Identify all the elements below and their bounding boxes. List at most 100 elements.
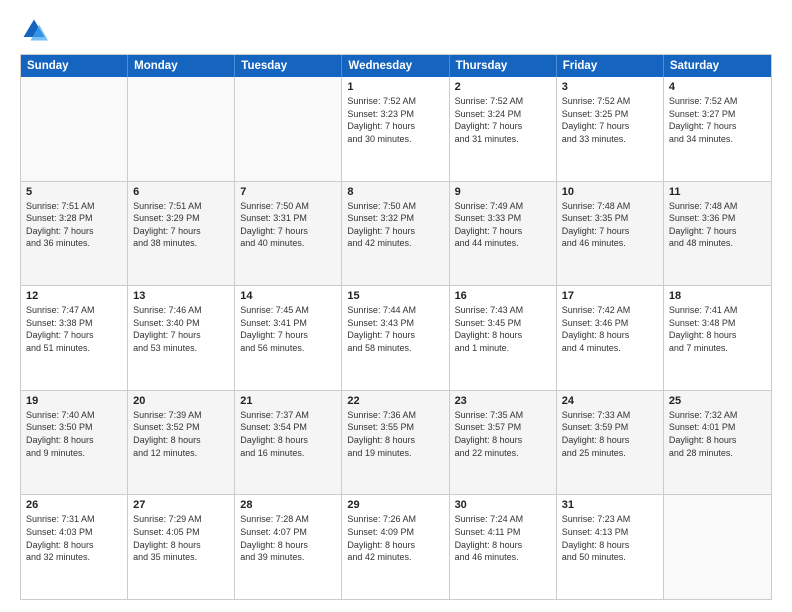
- day-info: Sunrise: 7:50 AM Sunset: 3:32 PM Dayligh…: [347, 200, 443, 250]
- day-cell-26: 26 Sunrise: 7:31 AM Sunset: 4:03 PM Dayli…: [21, 495, 128, 599]
- day-info: Sunrise: 7:48 AM Sunset: 3:36 PM Dayligh…: [669, 200, 766, 250]
- day-info: Sunrise: 7:51 AM Sunset: 3:29 PM Dayligh…: [133, 200, 229, 250]
- day-cell-18: 18Sunrise: 7:41 AM Sunset: 3:48 PM Dayli…: [664, 286, 771, 390]
- day-cell-3: 3Sunrise: 7:52 AM Sunset: 3:25 PM Daylig…: [557, 77, 664, 181]
- logo-icon: [20, 16, 48, 44]
- day-info: Sunrise: 7:28 AM Sunset: 4:07 PM Dayligh…: [240, 513, 336, 563]
- day-number: 3: [562, 81, 658, 93]
- day-cell-15: 15 Sunrise: 7:44 AM Sunset: 3:43 PM Dayli…: [342, 286, 449, 390]
- day-cell-28: 28 Sunrise: 7:28 AM Sunset: 4:07 PM Dayli…: [235, 495, 342, 599]
- day-info: Sunrise: 7:50 AM Sunset: 3:31 PM Dayligh…: [240, 200, 336, 250]
- day-number: 30: [455, 499, 551, 511]
- day-number: 17: [562, 290, 658, 302]
- day-info: Sunrise: 7:40 AM Sunset: 3:50 PM Dayligh…: [26, 409, 122, 459]
- empty-cell-0-0: [21, 77, 128, 181]
- day-info: Sunrise: 7:45 AM Sunset: 3:41 PM Dayligh…: [240, 304, 336, 354]
- day-number: 1: [347, 81, 443, 93]
- day-cell-2: 2 Sunrise: 7:52 AM Sunset: 3:24 PM Daylig…: [450, 77, 557, 181]
- day-cell-30: 30 Sunrise: 7:24 AM Sunset: 4:11 PM Dayli…: [450, 495, 557, 599]
- day-cell-31: 31 Sunrise: 7:23 AM Sunset: 4:13 PM Dayli…: [557, 495, 664, 599]
- day-number: 6: [133, 186, 229, 198]
- calendar-row-2: 12Sunrise: 7:47 AM Sunset: 3:38 PM Dayli…: [21, 285, 771, 390]
- day-number: 25: [669, 395, 766, 407]
- day-info: Sunrise: 7:52 AM Sunset: 3:23 PM Dayligh…: [347, 95, 443, 145]
- day-info: Sunrise: 7:41 AM Sunset: 3:48 PM Dayligh…: [669, 304, 766, 354]
- day-number: 28: [240, 499, 336, 511]
- header-day-sunday: Sunday: [21, 55, 128, 77]
- header-day-wednesday: Wednesday: [342, 55, 449, 77]
- day-cell-11: 11 Sunrise: 7:48 AM Sunset: 3:36 PM Dayli…: [664, 182, 771, 286]
- header-day-saturday: Saturday: [664, 55, 771, 77]
- day-number: 21: [240, 395, 336, 407]
- day-number: 2: [455, 81, 551, 93]
- header: [20, 16, 772, 44]
- day-cell-12: 12Sunrise: 7:47 AM Sunset: 3:38 PM Dayli…: [21, 286, 128, 390]
- day-info: Sunrise: 7:37 AM Sunset: 3:54 PM Dayligh…: [240, 409, 336, 459]
- day-info: Sunrise: 7:42 AM Sunset: 3:46 PM Dayligh…: [562, 304, 658, 354]
- header-day-friday: Friday: [557, 55, 664, 77]
- day-number: 10: [562, 186, 658, 198]
- day-info: Sunrise: 7:49 AM Sunset: 3:33 PM Dayligh…: [455, 200, 551, 250]
- day-cell-22: 22 Sunrise: 7:36 AM Sunset: 3:55 PM Dayli…: [342, 391, 449, 495]
- calendar: SundayMondayTuesdayWednesdayThursdayFrid…: [20, 54, 772, 600]
- day-info: Sunrise: 7:48 AM Sunset: 3:35 PM Dayligh…: [562, 200, 658, 250]
- day-cell-27: 27Sunrise: 7:29 AM Sunset: 4:05 PM Dayli…: [128, 495, 235, 599]
- day-info: Sunrise: 7:52 AM Sunset: 3:27 PM Dayligh…: [669, 95, 766, 145]
- day-info: Sunrise: 7:35 AM Sunset: 3:57 PM Dayligh…: [455, 409, 551, 459]
- header-day-thursday: Thursday: [450, 55, 557, 77]
- calendar-row-0: 1 Sunrise: 7:52 AM Sunset: 3:23 PM Daylig…: [21, 77, 771, 181]
- day-cell-10: 10 Sunrise: 7:48 AM Sunset: 3:35 PM Dayli…: [557, 182, 664, 286]
- day-number: 27: [133, 499, 229, 511]
- day-cell-19: 19 Sunrise: 7:40 AM Sunset: 3:50 PM Dayli…: [21, 391, 128, 495]
- day-info: Sunrise: 7:24 AM Sunset: 4:11 PM Dayligh…: [455, 513, 551, 563]
- day-cell-17: 17 Sunrise: 7:42 AM Sunset: 3:46 PM Dayli…: [557, 286, 664, 390]
- day-info: Sunrise: 7:46 AM Sunset: 3:40 PM Dayligh…: [133, 304, 229, 354]
- day-number: 4: [669, 81, 766, 93]
- day-cell-21: 21 Sunrise: 7:37 AM Sunset: 3:54 PM Dayli…: [235, 391, 342, 495]
- calendar-row-1: 5Sunrise: 7:51 AM Sunset: 3:28 PM Daylig…: [21, 181, 771, 286]
- day-info: Sunrise: 7:43 AM Sunset: 3:45 PM Dayligh…: [455, 304, 551, 354]
- day-number: 7: [240, 186, 336, 198]
- day-info: Sunrise: 7:52 AM Sunset: 3:24 PM Dayligh…: [455, 95, 551, 145]
- day-info: Sunrise: 7:36 AM Sunset: 3:55 PM Dayligh…: [347, 409, 443, 459]
- header-day-tuesday: Tuesday: [235, 55, 342, 77]
- day-cell-29: 29Sunrise: 7:26 AM Sunset: 4:09 PM Dayli…: [342, 495, 449, 599]
- day-number: 19: [26, 395, 122, 407]
- day-cell-25: 25 Sunrise: 7:32 AM Sunset: 4:01 PM Dayli…: [664, 391, 771, 495]
- day-cell-4: 4 Sunrise: 7:52 AM Sunset: 3:27 PM Daylig…: [664, 77, 771, 181]
- calendar-row-3: 19 Sunrise: 7:40 AM Sunset: 3:50 PM Dayli…: [21, 390, 771, 495]
- day-number: 15: [347, 290, 443, 302]
- day-info: Sunrise: 7:33 AM Sunset: 3:59 PM Dayligh…: [562, 409, 658, 459]
- calendar-body: 1 Sunrise: 7:52 AM Sunset: 3:23 PM Daylig…: [21, 77, 771, 599]
- empty-cell-0-1: [128, 77, 235, 181]
- day-cell-13: 13 Sunrise: 7:46 AM Sunset: 3:40 PM Dayli…: [128, 286, 235, 390]
- day-number: 23: [455, 395, 551, 407]
- day-cell-20: 20Sunrise: 7:39 AM Sunset: 3:52 PM Dayli…: [128, 391, 235, 495]
- day-number: 11: [669, 186, 766, 198]
- day-number: 26: [26, 499, 122, 511]
- day-info: Sunrise: 7:51 AM Sunset: 3:28 PM Dayligh…: [26, 200, 122, 250]
- day-info: Sunrise: 7:26 AM Sunset: 4:09 PM Dayligh…: [347, 513, 443, 563]
- day-cell-24: 24 Sunrise: 7:33 AM Sunset: 3:59 PM Dayli…: [557, 391, 664, 495]
- day-cell-7: 7 Sunrise: 7:50 AM Sunset: 3:31 PM Daylig…: [235, 182, 342, 286]
- empty-cell-4-6: [664, 495, 771, 599]
- day-number: 9: [455, 186, 551, 198]
- day-number: 22: [347, 395, 443, 407]
- day-number: 24: [562, 395, 658, 407]
- day-number: 13: [133, 290, 229, 302]
- day-number: 31: [562, 499, 658, 511]
- day-cell-23: 23 Sunrise: 7:35 AM Sunset: 3:57 PM Dayli…: [450, 391, 557, 495]
- day-info: Sunrise: 7:32 AM Sunset: 4:01 PM Dayligh…: [669, 409, 766, 459]
- logo: [20, 16, 54, 44]
- calendar-header: SundayMondayTuesdayWednesdayThursdayFrid…: [21, 55, 771, 77]
- day-cell-5: 5Sunrise: 7:51 AM Sunset: 3:28 PM Daylig…: [21, 182, 128, 286]
- day-info: Sunrise: 7:31 AM Sunset: 4:03 PM Dayligh…: [26, 513, 122, 563]
- day-number: 20: [133, 395, 229, 407]
- day-cell-6: 6 Sunrise: 7:51 AM Sunset: 3:29 PM Daylig…: [128, 182, 235, 286]
- day-number: 8: [347, 186, 443, 198]
- day-number: 14: [240, 290, 336, 302]
- page: SundayMondayTuesdayWednesdayThursdayFrid…: [0, 0, 792, 612]
- day-info: Sunrise: 7:47 AM Sunset: 3:38 PM Dayligh…: [26, 304, 122, 354]
- day-info: Sunrise: 7:23 AM Sunset: 4:13 PM Dayligh…: [562, 513, 658, 563]
- day-info: Sunrise: 7:44 AM Sunset: 3:43 PM Dayligh…: [347, 304, 443, 354]
